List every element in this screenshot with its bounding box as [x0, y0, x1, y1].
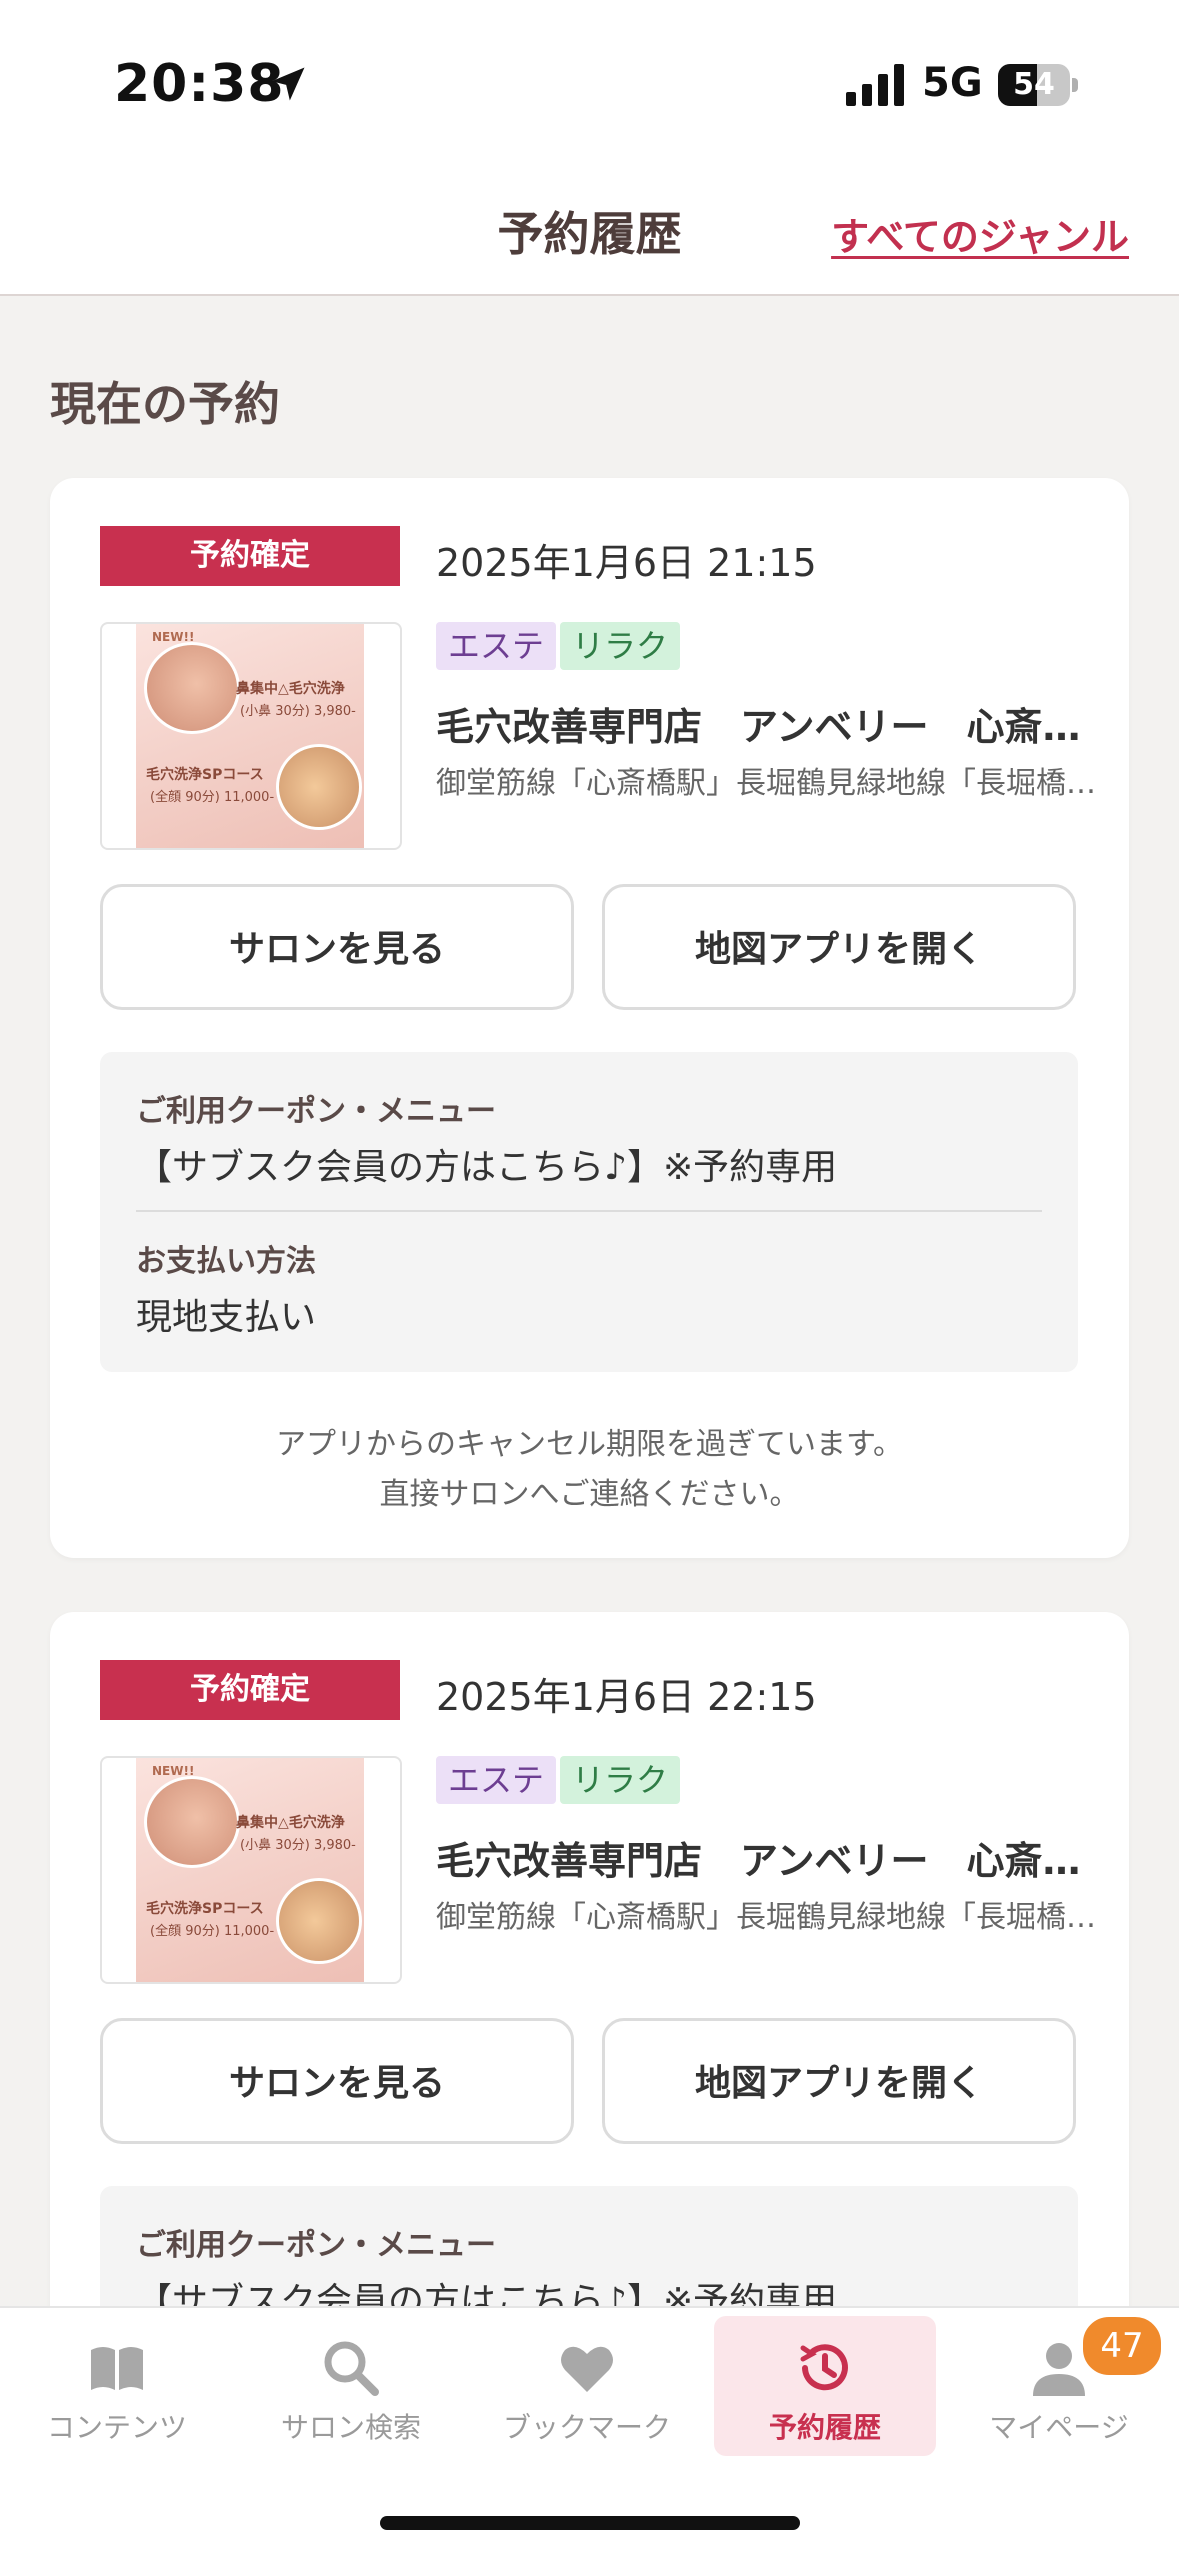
coupon-value: 【サブスク会員の方はこちら♪】※予約専用 — [136, 1147, 838, 1188]
salon-thumbnail[interactable]: NEW!! 鼻集中△毛穴洗浄 (小鼻 30分) 3,980- 毛穴洗浄SPコース… — [100, 622, 402, 850]
status-badge: 予約確定 — [100, 1660, 400, 1720]
reservation-card: 予約確定 2025年1月6日 21:15 NEW!! 鼻集中△毛穴洗浄 (小鼻 … — [50, 478, 1129, 1558]
tab-label: コンテンツ — [46, 2411, 187, 2444]
cancel-notice: アプリからのキャンセル期限を過ぎています。 直接サロンへご連絡ください。 — [276, 1427, 903, 1512]
network-type: 5G — [922, 60, 983, 106]
divider — [136, 1210, 1042, 1212]
home-indicator[interactable] — [380, 2516, 800, 2530]
page-header: 予約履歴 すべてのジャンル — [0, 170, 1179, 296]
face-photo — [276, 1878, 362, 1964]
cellular-signal-icon — [846, 64, 904, 106]
tab-bookmark[interactable]: ブックマーク — [476, 2316, 698, 2456]
coupon-label: ご利用クーポン・メニュー — [136, 2228, 496, 2263]
tab-reservation-history[interactable]: 予約履歴 — [714, 2316, 936, 2456]
book-icon — [91, 2347, 143, 2390]
nose-photo — [144, 642, 240, 734]
battery-percent: 54 — [1013, 67, 1055, 102]
reservation-datetime: 2025年1月6日 21:15 — [436, 541, 817, 585]
genre-tag-este: エステ — [436, 622, 557, 670]
tab-salon-search[interactable]: サロン検索 — [240, 2316, 462, 2456]
tab-label: マイページ — [989, 2411, 1129, 2444]
search-icon — [324, 2341, 379, 2396]
salon-name[interactable]: 毛穴改善専門店 アンベリー 心斎橋店 — [436, 1830, 1096, 1885]
tab-label: サロン検索 — [280, 2411, 421, 2444]
salon-access: 御堂筋線「心斎橋駅」長堀鶴見緑地線「長堀橋駅」 — [436, 1900, 1096, 1935]
genre-tag-este: エステ — [436, 1756, 557, 1804]
genre-tag-relax: リラク — [560, 622, 681, 670]
location-arrow-icon — [271, 67, 305, 101]
heart-icon — [561, 2346, 613, 2392]
payment-label: お支払い方法 — [136, 1244, 316, 1279]
open-map-button[interactable]: 地図アプリを開く — [602, 884, 1076, 1010]
reservation-datetime: 2025年1月6日 22:15 — [436, 1675, 817, 1719]
notification-badge: 47 — [1080, 2314, 1164, 2378]
genre-tag-relax: リラク — [560, 1756, 681, 1804]
status-bar: 20:38 5G 54 — [0, 0, 1179, 170]
status-time: 20:38 — [114, 54, 285, 114]
view-salon-button[interactable]: サロンを見る — [100, 2018, 574, 2144]
battery-icon: 54 — [998, 64, 1078, 106]
section-title-current-reservations: 現在の予約 — [50, 377, 280, 431]
tab-label: 予約履歴 — [768, 2411, 881, 2444]
clock-history-icon — [800, 2344, 848, 2391]
open-map-button[interactable]: 地図アプリを開く — [602, 2018, 1076, 2144]
salon-access: 御堂筋線「心斎橋駅」長堀鶴見緑地線「長堀橋駅」 — [436, 766, 1096, 801]
coupon-label: ご利用クーポン・メニュー — [136, 1094, 496, 1129]
payment-value: 現地支払い — [136, 1297, 317, 1338]
tab-label: ブックマーク — [502, 2411, 671, 2444]
view-salon-button[interactable]: サロンを見る — [100, 884, 574, 1010]
nose-photo — [144, 1776, 240, 1868]
salon-thumbnail[interactable]: NEW!! 鼻集中△毛穴洗浄 (小鼻 30分) 3,980- 毛穴洗浄SPコース… — [100, 1756, 402, 1984]
all-genres-link[interactable]: すべてのジャンル — [831, 206, 1129, 261]
tab-contents[interactable]: コンテンツ — [6, 2316, 228, 2456]
status-badge: 予約確定 — [100, 526, 400, 586]
reservation-details: ご利用クーポン・メニュー 【サブスク会員の方はこちら♪】※予約専用 お支払い方法… — [100, 1052, 1078, 1372]
salon-name[interactable]: 毛穴改善専門店 アンベリー 心斎橋店 — [436, 696, 1096, 751]
face-photo — [276, 744, 362, 830]
